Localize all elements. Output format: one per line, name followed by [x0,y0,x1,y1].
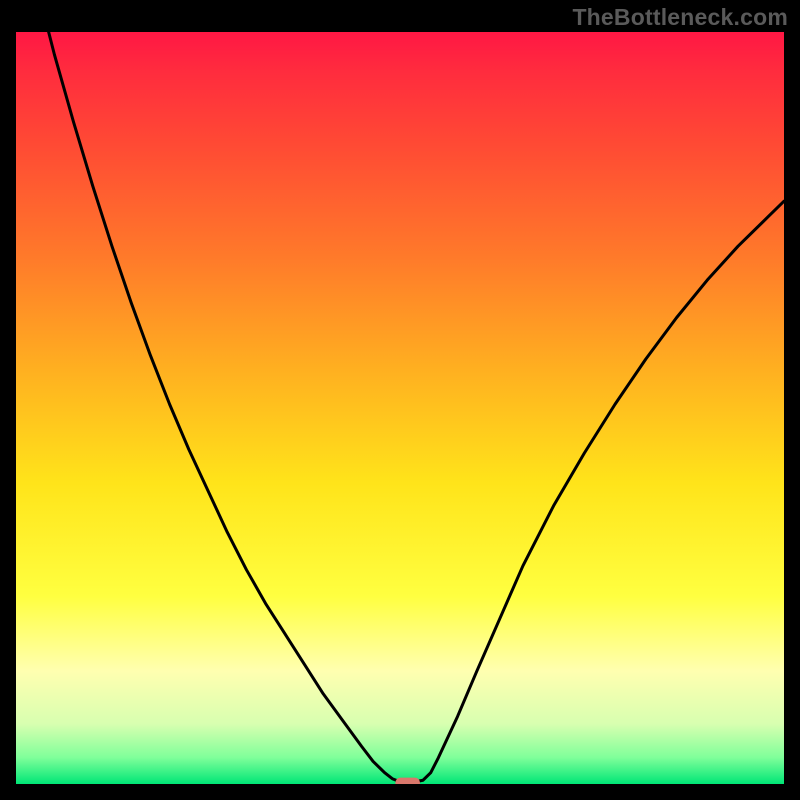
chart-background-gradient [16,32,784,784]
chart-svg [16,32,784,784]
watermark-text: TheBottleneck.com [572,4,788,31]
optimum-marker [395,778,420,784]
chart-frame: TheBottleneck.com [0,0,800,800]
chart-plot-area [16,32,784,784]
